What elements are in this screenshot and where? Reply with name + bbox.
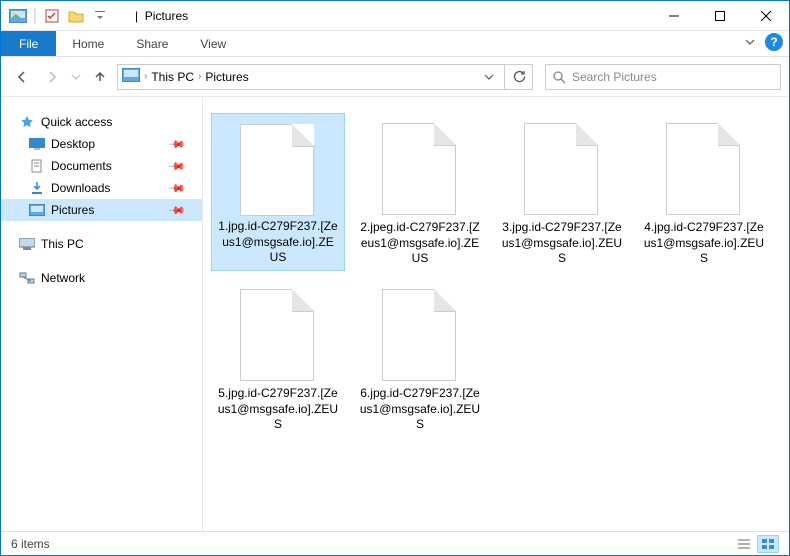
file-thumbnail bbox=[380, 287, 460, 380]
file-item[interactable]: 4.jpg.id-C279F237.[Zeus1@msgsafe.io].ZEU… bbox=[637, 113, 771, 271]
network-icon bbox=[19, 270, 35, 286]
file-thumbnail bbox=[664, 121, 744, 214]
file-name: 3.jpg.id-C279F237.[Zeus1@msgsafe.io].ZEU… bbox=[499, 220, 625, 267]
file-name: 5.jpg.id-C279F237.[Zeus1@msgsafe.io].ZEU… bbox=[215, 386, 341, 433]
file-name: 6.jpg.id-C279F237.[Zeus1@msgsafe.io].ZEU… bbox=[357, 386, 483, 433]
file-thumbnail bbox=[238, 122, 318, 213]
crumb-pictures[interactable]: Pictures bbox=[205, 70, 248, 84]
pin-icon: 📌 bbox=[168, 179, 187, 198]
search-input[interactable]: Search Pictures bbox=[545, 64, 781, 90]
qat-dropdown-icon[interactable] bbox=[91, 7, 109, 25]
window-title: | Pictures bbox=[117, 9, 651, 23]
navigation-bar: › This PC › Pictures Search Pictures bbox=[1, 57, 789, 97]
title-sep: | bbox=[135, 9, 138, 23]
help-icon[interactable]: ? bbox=[765, 33, 783, 51]
sidebar-item-label: Downloads bbox=[51, 181, 110, 195]
crumb-label: This PC bbox=[151, 70, 194, 84]
crumb-this-pc[interactable]: This PC bbox=[151, 70, 194, 84]
crumb-label: Pictures bbox=[205, 70, 248, 84]
details-view-button[interactable] bbox=[733, 535, 755, 553]
location-icon bbox=[122, 68, 140, 86]
file-name: 1.jpg.id-C279F237.[Zeus1@msgsafe.io].ZEU… bbox=[216, 219, 340, 266]
address-bar[interactable]: › This PC › Pictures bbox=[117, 64, 505, 90]
status-bar: 6 items bbox=[1, 531, 789, 555]
quick-access-toolbar: | bbox=[1, 7, 117, 25]
window-controls bbox=[651, 1, 789, 31]
tab-share[interactable]: Share bbox=[120, 31, 184, 56]
ribbon-expand-icon[interactable] bbox=[745, 37, 755, 47]
pin-icon: 📌 bbox=[168, 201, 187, 220]
tab-view[interactable]: View bbox=[184, 31, 242, 56]
file-thumbnail bbox=[522, 121, 602, 214]
file-item[interactable]: 1.jpg.id-C279F237.[Zeus1@msgsafe.io].ZEU… bbox=[211, 113, 345, 271]
downloads-icon bbox=[29, 180, 45, 196]
close-button[interactable] bbox=[743, 1, 789, 31]
sidebar-item-this-pc[interactable]: This PC bbox=[1, 233, 202, 255]
sidebar-item-pictures[interactable]: Pictures 📌 bbox=[1, 199, 202, 221]
file-item[interactable]: 5.jpg.id-C279F237.[Zeus1@msgsafe.io].ZEU… bbox=[211, 279, 345, 437]
file-item[interactable]: 6.jpg.id-C279F237.[Zeus1@msgsafe.io].ZEU… bbox=[353, 279, 487, 437]
documents-icon bbox=[29, 158, 45, 174]
file-thumbnail bbox=[380, 121, 460, 214]
large-icons-view-button[interactable] bbox=[757, 535, 779, 553]
pin-icon: 📌 bbox=[168, 157, 187, 176]
search-icon bbox=[552, 70, 566, 84]
crumb-sep: › bbox=[198, 71, 201, 82]
file-name: 2.jpeg.id-C279F237.[Zeus1@msgsafe.io].ZE… bbox=[357, 220, 483, 267]
sidebar-item-label: This PC bbox=[41, 237, 84, 251]
pin-icon: 📌 bbox=[168, 135, 187, 154]
forward-button[interactable] bbox=[39, 64, 65, 90]
file-item[interactable]: 2.jpeg.id-C279F237.[Zeus1@msgsafe.io].ZE… bbox=[353, 113, 487, 271]
properties-icon[interactable] bbox=[43, 7, 61, 25]
tab-home[interactable]: Home bbox=[56, 31, 120, 56]
back-button[interactable] bbox=[9, 64, 35, 90]
sidebar-item-label: Network bbox=[41, 271, 85, 285]
sidebar-item-label: Pictures bbox=[51, 203, 94, 217]
search-placeholder: Search Pictures bbox=[572, 70, 657, 84]
up-button[interactable] bbox=[87, 64, 113, 90]
ribbon: File Home Share View ? bbox=[1, 31, 789, 57]
desktop-icon bbox=[29, 136, 45, 152]
crumb-sep: › bbox=[144, 71, 147, 82]
maximize-button[interactable] bbox=[697, 1, 743, 31]
file-name: 4.jpg.id-C279F237.[Zeus1@msgsafe.io].ZEU… bbox=[641, 220, 767, 267]
navigation-pane: Quick access Desktop 📌 Documents 📌 Downl… bbox=[1, 97, 203, 531]
quick-access-header[interactable]: Quick access bbox=[1, 111, 202, 133]
sidebar-item-desktop[interactable]: Desktop 📌 bbox=[1, 133, 202, 155]
file-thumbnail bbox=[238, 287, 318, 380]
sidebar-item-network[interactable]: Network bbox=[1, 267, 202, 289]
qat-separator: | bbox=[33, 7, 37, 25]
minimize-button[interactable] bbox=[651, 1, 697, 31]
new-folder-icon[interactable] bbox=[67, 7, 85, 25]
file-item[interactable]: 3.jpg.id-C279F237.[Zeus1@msgsafe.io].ZEU… bbox=[495, 113, 629, 271]
recent-locations-dropdown[interactable] bbox=[69, 64, 83, 90]
title-text: Pictures bbox=[145, 9, 188, 23]
sidebar-item-documents[interactable]: Documents 📌 bbox=[1, 155, 202, 177]
refresh-button[interactable] bbox=[505, 64, 533, 90]
pictures-icon bbox=[29, 202, 45, 218]
this-pc-icon bbox=[19, 236, 35, 252]
sidebar-item-downloads[interactable]: Downloads 📌 bbox=[1, 177, 202, 199]
item-count: 6 items bbox=[11, 537, 50, 551]
star-icon bbox=[19, 114, 35, 130]
file-tab[interactable]: File bbox=[1, 31, 56, 56]
title-bar: | | Pictures bbox=[1, 1, 789, 31]
sidebar-item-label: Documents bbox=[51, 159, 112, 173]
address-dropdown-icon[interactable] bbox=[478, 72, 500, 82]
app-icon bbox=[9, 7, 27, 25]
sidebar-item-label: Desktop bbox=[51, 137, 95, 151]
file-list[interactable]: 1.jpg.id-C279F237.[Zeus1@msgsafe.io].ZEU… bbox=[203, 97, 789, 531]
quick-access-label: Quick access bbox=[41, 115, 112, 129]
